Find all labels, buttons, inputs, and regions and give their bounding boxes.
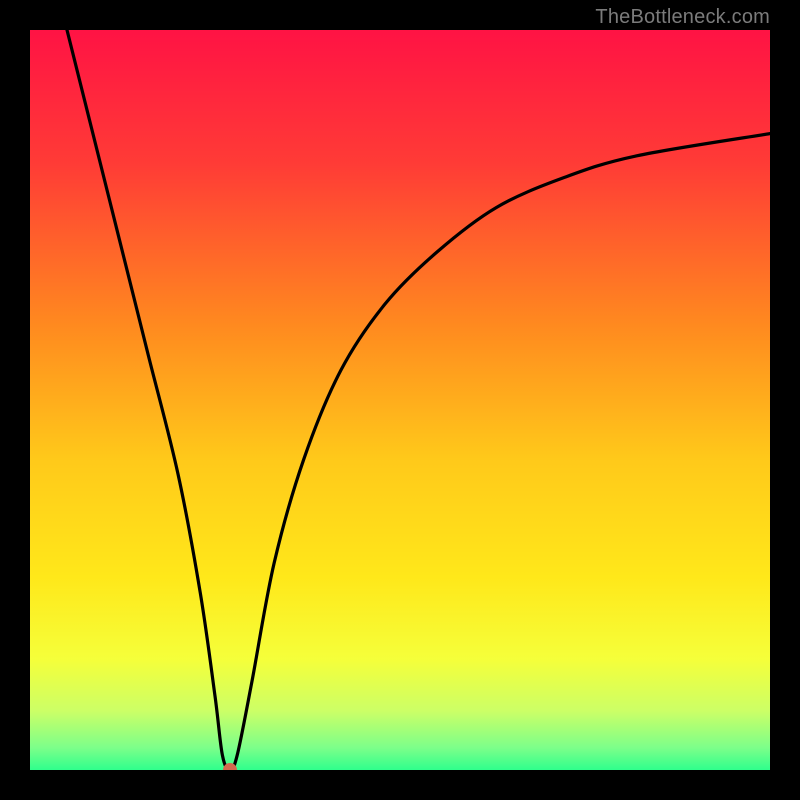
curve-layer xyxy=(30,30,770,770)
minimum-marker xyxy=(223,763,237,770)
plot-area xyxy=(30,30,770,770)
bottleneck-curve-path xyxy=(67,30,770,770)
chart-stage: TheBottleneck.com xyxy=(0,0,800,800)
watermark-text: TheBottleneck.com xyxy=(595,6,770,29)
